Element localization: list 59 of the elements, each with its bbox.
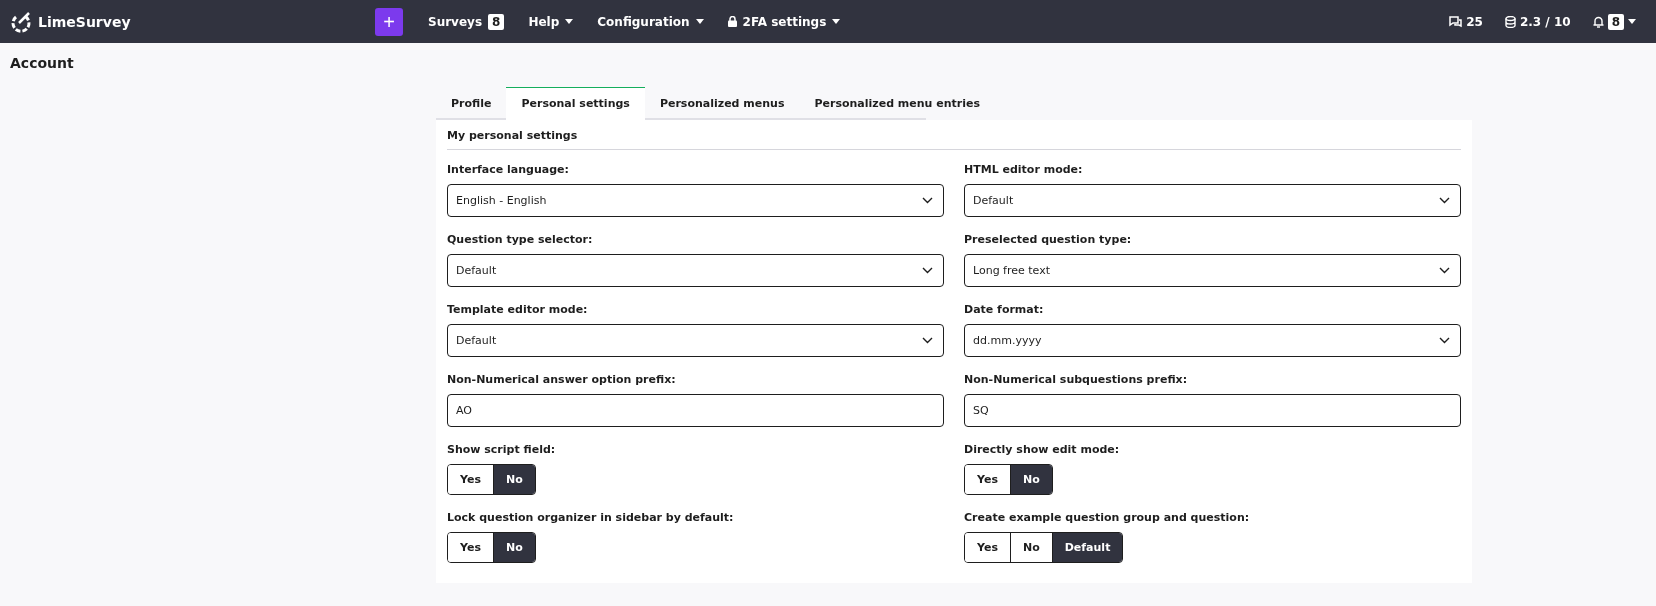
- field-label: Lock question organizer in sidebar by default:: [447, 511, 735, 524]
- toggle-option[interactable]: Yes: [448, 533, 494, 562]
- status-text: 2.3 / 10: [1519, 14, 1571, 29]
- field-label: Create example question group and question:: [964, 511, 1251, 524]
- chevron-icon: [922, 267, 933, 274]
- page-title: Account: [10, 55, 75, 71]
- toggle-option[interactable]: No: [493, 533, 535, 562]
- toggle-option[interactable]: Yes: [448, 465, 494, 494]
- section-title: My personal settings: [447, 129, 1461, 150]
- field-label: Date format:: [964, 303, 1045, 316]
- caret-icon: [1628, 19, 1636, 24]
- field-label: Non-Numerical answer option prefix:: [447, 373, 677, 386]
- select-field[interactable]: Long free text: [964, 254, 1461, 287]
- chevron-icon: [1439, 197, 1450, 204]
- input-field[interactable]: SQ: [964, 394, 1461, 427]
- field-label: Question type selector:: [447, 233, 594, 246]
- notification-count[interactable]: 8: [1607, 13, 1624, 30]
- count-badge: 8: [488, 13, 505, 30]
- caret-icon: [832, 19, 841, 24]
- lock-icon: [727, 16, 737, 27]
- toggle-option[interactable]: Default: [1052, 533, 1123, 562]
- toggle-option[interactable]: Yes: [965, 533, 1011, 562]
- select-field[interactable]: English - English: [447, 184, 944, 217]
- input-field[interactable]: AO: [447, 394, 944, 427]
- database-icon: [1504, 15, 1516, 28]
- select-field[interactable]: Default: [447, 254, 944, 287]
- status-text: 25: [1466, 14, 1483, 29]
- field-label: Template editor mode:: [447, 303, 589, 316]
- chevron-icon: [1439, 337, 1450, 344]
- select-field[interactable]: Default: [964, 184, 1461, 217]
- tab[interactable]: Personalized menus: [644, 87, 800, 120]
- tab[interactable]: Personalized menu entries: [799, 87, 996, 120]
- menu-item[interactable]: Help: [516, 6, 586, 37]
- chevron-icon: [922, 337, 933, 344]
- tab[interactable]: Profile: [436, 87, 507, 120]
- select-field[interactable]: Default: [447, 324, 944, 357]
- field-label: Non-Numerical subquestions prefix:: [964, 373, 1189, 386]
- chevron-icon: [1439, 267, 1450, 274]
- chat-icon: [1449, 15, 1463, 28]
- logo-icon: [10, 10, 32, 33]
- menu-item[interactable]: Surveys 8: [416, 6, 517, 37]
- select-field[interactable]: dd.mm.yyyy: [964, 324, 1461, 357]
- field-label: Directly show edit mode:: [964, 443, 1121, 456]
- chevron-icon: [922, 197, 933, 204]
- field-label: Interface language:: [447, 163, 570, 176]
- tab[interactable]: Personal settings: [506, 87, 645, 120]
- caret-icon: [565, 19, 574, 24]
- caret-icon: [695, 19, 704, 24]
- field-label: Preselected question type:: [964, 233, 1133, 246]
- field-label: Show script field:: [447, 443, 557, 456]
- toggle-option[interactable]: No: [493, 465, 535, 494]
- field-label: HTML editor mode:: [964, 163, 1084, 176]
- menu-item[interactable]: Configuration: [585, 6, 716, 37]
- toggle-option[interactable]: Yes: [965, 465, 1011, 494]
- bell-icon: [1592, 15, 1604, 28]
- toggle-option[interactable]: No: [1010, 465, 1052, 494]
- add-button[interactable]: +: [375, 7, 403, 36]
- brand-name: LimeSurvey: [38, 13, 131, 30]
- menu-item[interactable]: 2FA settings: [715, 6, 853, 37]
